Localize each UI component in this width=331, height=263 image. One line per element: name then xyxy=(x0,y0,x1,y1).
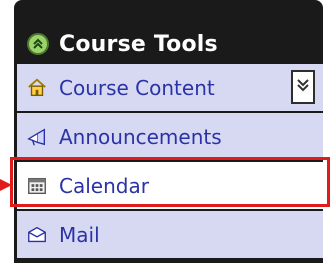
menu-item-course-content[interactable]: Course Content xyxy=(17,64,323,111)
menu-item-label: Course Content xyxy=(59,75,215,100)
expand-course-content-button[interactable] xyxy=(291,70,315,104)
house-icon xyxy=(25,76,49,100)
megaphone-icon xyxy=(25,125,49,149)
menu-item-label: Mail xyxy=(59,222,100,247)
mail-icon xyxy=(25,223,49,247)
screenshot-stage: Course Tools Course Content Announcement… xyxy=(0,0,331,263)
menu-item-mail[interactable]: Mail xyxy=(17,211,323,258)
course-tools-header[interactable]: Course Tools xyxy=(17,24,323,64)
course-tools-menu: Course Content Announcements Calendar Ma… xyxy=(17,64,323,260)
chevron-double-up-icon[interactable] xyxy=(27,33,49,55)
menu-item-calendar[interactable]: Calendar xyxy=(17,162,323,209)
pointer-arrow-icon xyxy=(0,176,12,191)
menu-item-label: Announcements xyxy=(59,124,222,149)
chevron-double-down-icon xyxy=(296,76,310,98)
menu-item-label: Calendar xyxy=(59,173,149,198)
menu-item-announcements[interactable]: Announcements xyxy=(17,113,323,160)
course-tools-title: Course Tools xyxy=(59,31,218,57)
calendar-icon xyxy=(25,174,49,198)
